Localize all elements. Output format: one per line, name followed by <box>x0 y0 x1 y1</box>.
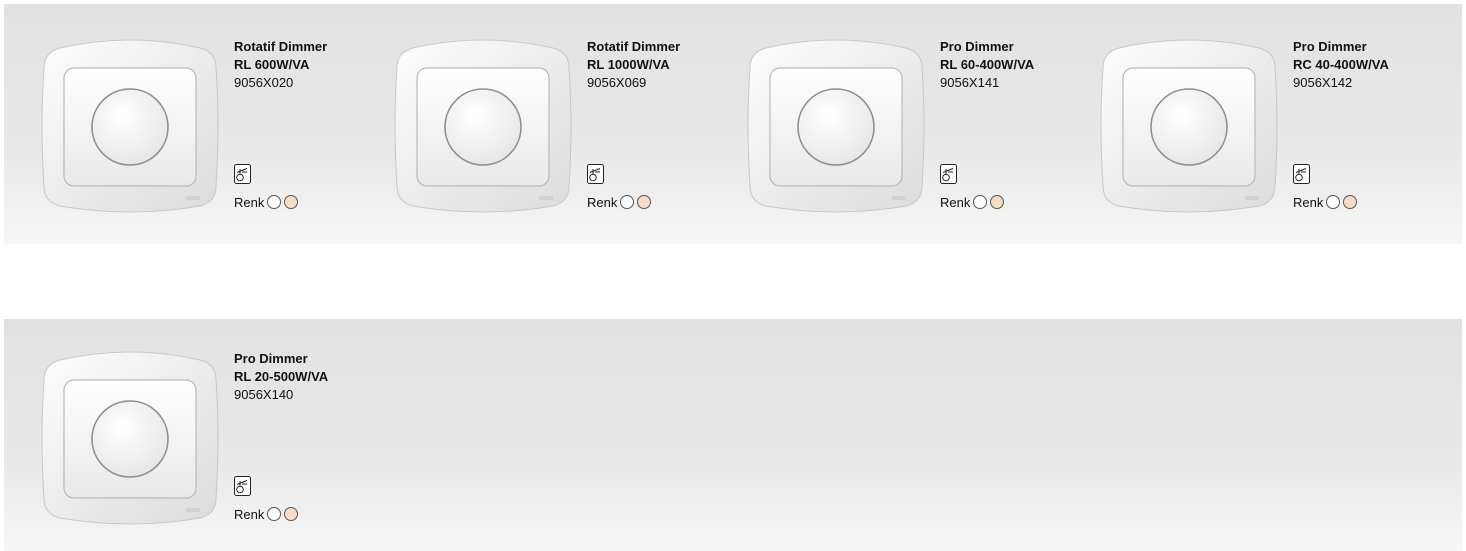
product-name: Pro Dimmer <box>234 351 308 366</box>
color-swatch-cream <box>284 195 299 209</box>
dimmer-symbol-icon <box>234 476 251 496</box>
rotary-dimmer-image <box>40 36 220 216</box>
product-spec: RL 20-500W/VA <box>234 369 329 384</box>
product-spec: RL 1000W/VA <box>587 57 670 72</box>
color-swatch-white <box>267 507 282 521</box>
product-spec: RL 600W/VA <box>234 57 310 72</box>
product-spec: RC 40-400W/VA <box>1293 57 1389 72</box>
product-code: 9056X020 <box>234 75 294 90</box>
color-swatch-white <box>1326 195 1341 209</box>
product-code: 9056X069 <box>587 75 647 90</box>
color-label: Renk <box>1293 194 1324 210</box>
product-card[interactable]: Pro Dimmer RL 20-500W/VA 9056X140 Renk <box>40 348 380 548</box>
color-label: Renk <box>234 506 265 522</box>
product-name: Rotatif Dimmer <box>234 39 328 54</box>
product-name: Pro Dimmer <box>1293 39 1367 54</box>
product-name: Rotatif Dimmer <box>587 39 681 54</box>
color-swatch-white <box>620 195 635 209</box>
dimmer-symbol-icon <box>1293 164 1310 184</box>
color-swatch-cream <box>637 195 652 209</box>
color-swatch-cream <box>1343 195 1358 209</box>
product-spec: RL 60-400W/VA <box>940 57 1035 72</box>
product-code: 9056X142 <box>1293 75 1353 90</box>
dimmer-symbol-icon <box>940 164 957 184</box>
color-swatch-cream <box>284 507 299 521</box>
color-label: Renk <box>234 194 265 210</box>
color-swatch-cream <box>990 195 1005 209</box>
color-label: Renk <box>940 194 971 210</box>
product-card[interactable]: Pro Dimmer RC 40-400W/VA 9056X142 Renk <box>1099 36 1439 236</box>
rotary-dimmer-image <box>1099 36 1279 216</box>
rotary-dimmer-image <box>746 36 926 216</box>
product-card[interactable]: Rotatif Dimmer RL 600W/VA 9056X020 Renk <box>40 36 380 236</box>
dimmer-symbol-icon <box>587 164 604 184</box>
product-code: 9056X141 <box>940 75 1000 90</box>
product-card[interactable]: Pro Dimmer RL 60-400W/VA 9056X141 Renk <box>746 36 1086 236</box>
color-label: Renk <box>587 194 618 210</box>
dimmer-symbol-icon <box>234 164 251 184</box>
rotary-dimmer-image <box>40 348 220 528</box>
color-swatch-white <box>973 195 988 209</box>
product-card[interactable]: Rotatif Dimmer RL 1000W/VA 9056X069 Renk <box>393 36 733 236</box>
product-code: 9056X140 <box>234 387 294 402</box>
rotary-dimmer-image <box>393 36 573 216</box>
product-name: Pro Dimmer <box>940 39 1014 54</box>
color-swatch-white <box>267 195 282 209</box>
